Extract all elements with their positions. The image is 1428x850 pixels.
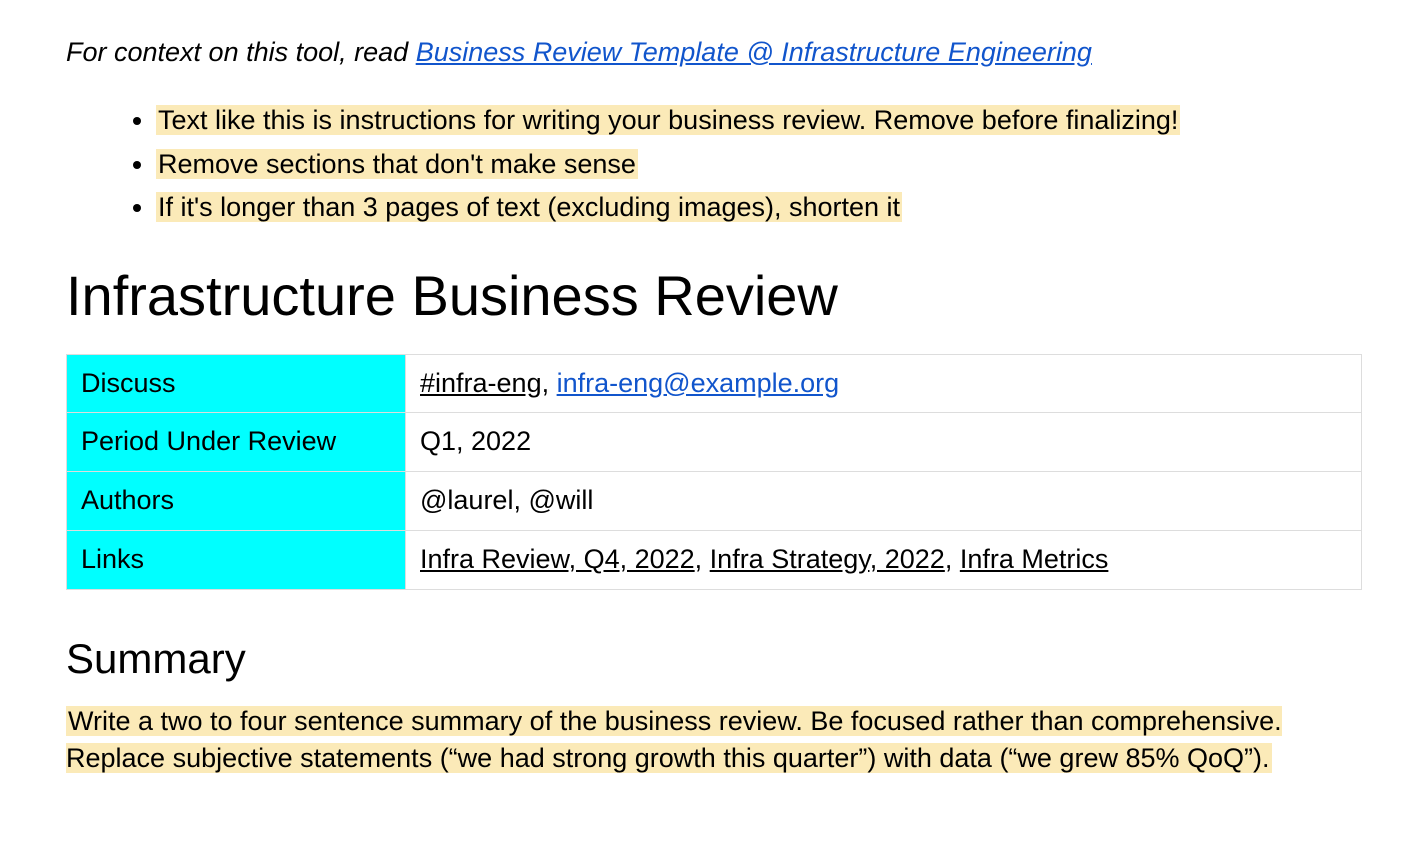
- table-row: Period Under Review Q1, 2022: [67, 413, 1362, 472]
- context-prefix: For context on this tool, read: [66, 37, 416, 67]
- metadata-table: Discuss #infra-eng, infra-eng@example.or…: [66, 354, 1362, 590]
- list-item: Remove sections that don't make sense: [156, 146, 1362, 184]
- instructions-list: Text like this is instructions for writi…: [66, 102, 1362, 227]
- instruction-text: If it's longer than 3 pages of text (exc…: [156, 192, 902, 222]
- table-row: Authors @laurel, @will: [67, 472, 1362, 531]
- period-value: Q1, 2022: [406, 413, 1362, 472]
- summary-body-text: Write a two to four sentence summary of …: [66, 706, 1282, 774]
- authors-value: @laurel, @will: [406, 472, 1362, 531]
- instruction-text: Remove sections that don't make sense: [156, 149, 638, 179]
- table-row: Discuss #infra-eng, infra-eng@example.or…: [67, 354, 1362, 413]
- link-metrics[interactable]: Infra Metrics: [960, 544, 1109, 574]
- summary-body-paragraph: Write a two to four sentence summary of …: [66, 703, 1362, 779]
- period-label: Period Under Review: [67, 413, 406, 472]
- discuss-email-link[interactable]: infra-eng@example.org: [557, 368, 840, 398]
- page-title: Infrastructure Business Review: [66, 257, 1362, 335]
- discuss-channel-link[interactable]: #infra-eng: [420, 368, 542, 398]
- separator: ,: [695, 544, 710, 574]
- instruction-text: Text like this is instructions for writi…: [156, 105, 1180, 135]
- summary-heading: Summary: [66, 630, 1362, 689]
- context-link[interactable]: Business Review Template @ Infrastructur…: [416, 37, 1092, 67]
- link-prev-review[interactable]: Infra Review, Q4, 2022: [420, 544, 695, 574]
- links-label: Links: [67, 530, 406, 589]
- authors-label: Authors: [67, 472, 406, 531]
- context-line: For context on this tool, read Business …: [66, 34, 1362, 72]
- links-value: Infra Review, Q4, 2022, Infra Strategy, …: [406, 530, 1362, 589]
- table-row: Links Infra Review, Q4, 2022, Infra Stra…: [67, 530, 1362, 589]
- list-item: If it's longer than 3 pages of text (exc…: [156, 189, 1362, 227]
- separator: ,: [945, 544, 960, 574]
- list-item: Text like this is instructions for writi…: [156, 102, 1362, 140]
- separator: ,: [542, 368, 557, 398]
- discuss-label: Discuss: [67, 354, 406, 413]
- discuss-value: #infra-eng, infra-eng@example.org: [406, 354, 1362, 413]
- link-strategy[interactable]: Infra Strategy, 2022: [710, 544, 945, 574]
